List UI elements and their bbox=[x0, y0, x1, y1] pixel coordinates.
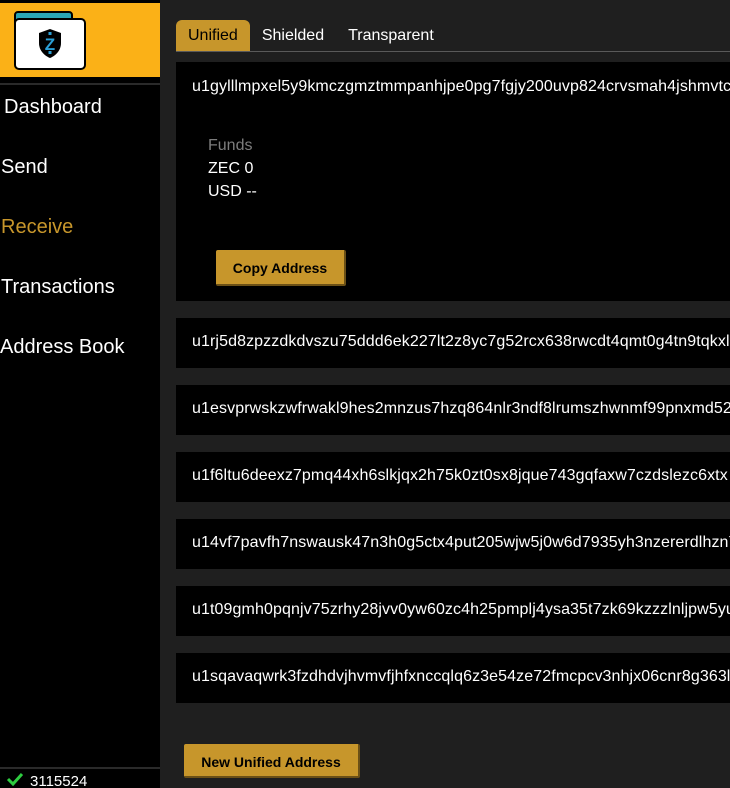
address-row[interactable]: u1esvprwskzwfrwakl9hes2mnzus7hzq864nlr3n… bbox=[176, 385, 730, 435]
app-window: Z Dashboard Send Receive Transactions Ad… bbox=[0, 0, 730, 788]
sync-status: 3115524 bbox=[6, 772, 87, 788]
address-row[interactable]: u1rj5d8zpzzdkdvszu75ddd6ek227lt2z8yc7g52… bbox=[176, 318, 730, 368]
sidebar-item-receive[interactable]: Receive bbox=[1, 216, 73, 239]
block-height: 3115524 bbox=[30, 772, 88, 788]
zcash-wallet-logo-icon: Z bbox=[14, 9, 88, 76]
address-text: u1f6ltu6deexz7pmq44xh6slkjqx2h75k0zt0sx8… bbox=[192, 467, 728, 484]
address-text: u14vf7pavfh7nswausk47n3h0g5ctx4put205wjw… bbox=[192, 534, 730, 551]
address-row[interactable]: u1t09gmh0pqnjv75zrhy28jvv0yw60zc4h25pmpl… bbox=[176, 586, 730, 636]
sidebar-item-transactions[interactable]: Transactions bbox=[1, 276, 115, 299]
address-text: u1t09gmh0pqnjv75zrhy28jvv0yw60zc4h25pmpl… bbox=[192, 601, 730, 618]
funds-label: Funds bbox=[208, 137, 253, 154]
tab-transparent[interactable]: Transparent bbox=[336, 20, 446, 51]
sidebar: Z Dashboard Send Receive Transactions Ad… bbox=[0, 0, 160, 788]
address-row[interactable]: u1f6ltu6deexz7pmq44xh6slkjqx2h75k0zt0sx8… bbox=[176, 452, 730, 502]
address-text: u1esvprwskzwfrwakl9hes2mnzus7hzq864nlr3n… bbox=[192, 400, 730, 417]
address-card-expanded[interactable]: u1gylllmpxel5y9kmczgmztmmpanhjpe0pg7fgjy… bbox=[176, 62, 730, 301]
sidebar-item-address-book[interactable]: Address Book bbox=[0, 336, 125, 359]
check-icon bbox=[6, 772, 24, 788]
new-unified-address-button[interactable]: New Unified Address bbox=[184, 744, 360, 778]
tabs-underline bbox=[176, 51, 730, 52]
address-text: u1rj5d8zpzzdkdvszu75ddd6ek227lt2z8yc7g52… bbox=[192, 333, 730, 350]
copy-address-button[interactable]: Copy Address bbox=[216, 250, 346, 286]
address-text: u1sqavaqwrk3fzdhdvjhvmvfjhfxnccqlq6z3e54… bbox=[192, 668, 730, 685]
address-text: u1gylllmpxel5y9kmczgmztmmpanhjpe0pg7fgjy… bbox=[192, 78, 730, 95]
logo-header: Z bbox=[0, 3, 160, 77]
sidebar-item-send[interactable]: Send bbox=[1, 156, 48, 179]
tab-shielded[interactable]: Shielded bbox=[250, 20, 336, 51]
main-panel: Unified Shielded Transparent u1gylllmpxe… bbox=[160, 0, 730, 788]
tab-unified[interactable]: Unified bbox=[176, 20, 250, 51]
address-type-tabs: Unified Shielded Transparent bbox=[176, 20, 446, 51]
usd-balance: USD -- bbox=[208, 183, 257, 200]
sidebar-divider bbox=[0, 83, 160, 85]
zec-balance: ZEC 0 bbox=[208, 160, 254, 177]
status-divider bbox=[0, 767, 160, 769]
sidebar-item-dashboard[interactable]: Dashboard bbox=[4, 96, 102, 119]
address-row[interactable]: u1sqavaqwrk3fzdhdvjhvmvfjhfxnccqlq6z3e54… bbox=[176, 653, 730, 703]
address-row[interactable]: u14vf7pavfh7nswausk47n3h0g5ctx4put205wjw… bbox=[176, 519, 730, 569]
